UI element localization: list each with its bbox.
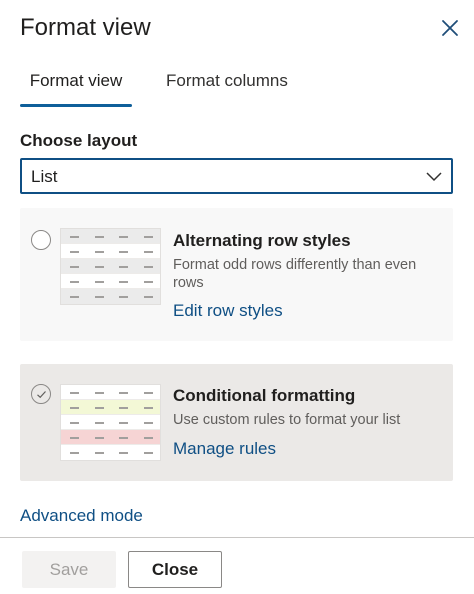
edit-row-styles-link[interactable]: Edit row styles	[173, 301, 283, 321]
panel-header: Format view	[20, 10, 462, 50]
layout-dropdown[interactable]: List	[20, 158, 453, 194]
radio-alternating-rows[interactable]	[31, 230, 51, 250]
tab-format-view[interactable]: Format view	[20, 66, 132, 107]
alternating-rows-title: Alternating row styles	[173, 231, 351, 250]
alternating-rows-preview	[60, 228, 161, 305]
tab-format-columns[interactable]: Format columns	[166, 66, 288, 106]
choose-layout-label: Choose layout	[20, 131, 138, 150]
manage-rules-link[interactable]: Manage rules	[173, 439, 276, 459]
footer-divider	[0, 537, 474, 538]
radio-conditional-formatting[interactable]	[31, 384, 51, 404]
conditional-formatting-preview	[60, 384, 161, 461]
conditional-formatting-title: Conditional formatting	[173, 386, 356, 405]
layout-dropdown-value: List	[31, 167, 58, 186]
save-button[interactable]: Save	[22, 551, 116, 588]
tab-bar: Format view Format columns	[20, 66, 320, 108]
conditional-formatting-card[interactable]: Conditional formatting Use custom rules …	[20, 364, 453, 481]
panel-title: Format view	[20, 14, 151, 41]
close-icon[interactable]	[438, 16, 462, 40]
conditional-formatting-description: Use custom rules to format your list	[173, 412, 401, 428]
alternating-row-styles-card[interactable]: Alternating row styles Format odd rows d…	[20, 208, 453, 341]
advanced-mode-link[interactable]: Advanced mode	[20, 506, 143, 526]
alternating-rows-description: Format odd rows differently than even ro…	[173, 257, 417, 291]
chevron-down-icon	[425, 169, 443, 183]
checkmark-icon	[37, 391, 46, 399]
close-button[interactable]: Close	[128, 551, 222, 588]
